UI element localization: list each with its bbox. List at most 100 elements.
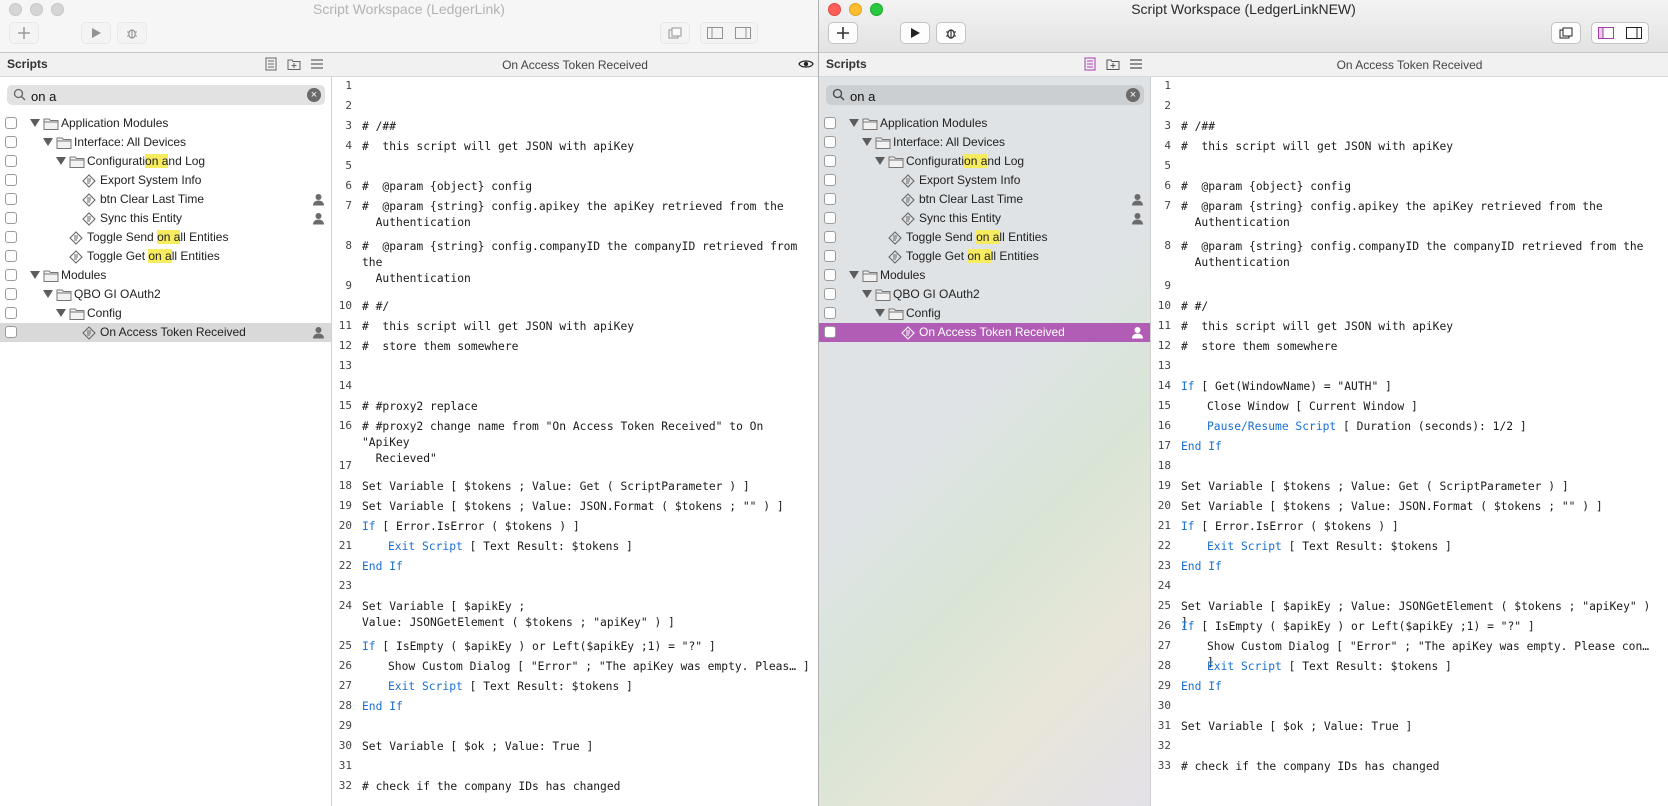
- code-line[interactable]: 3 # /##: [332, 117, 814, 137]
- code-line[interactable]: 18 Set Variable [ $tokens ; Value: Get ( …: [332, 477, 814, 497]
- code-line[interactable]: 31 Set Variable [ $ok ; Value: True ]: [1151, 717, 1664, 737]
- row-checkbox[interactable]: [5, 155, 17, 167]
- code-line[interactable]: 27 Exit Script [ Text Result: $tokens ]: [332, 677, 814, 697]
- code-line[interactable]: 23: [332, 577, 814, 597]
- search-field[interactable]: ×: [7, 85, 325, 106]
- disclosure-triangle[interactable]: [30, 119, 40, 127]
- code-line[interactable]: 22 End If: [332, 557, 814, 577]
- code-line[interactable]: 5: [1151, 157, 1664, 177]
- eye-icon[interactable]: [798, 58, 814, 70]
- tree-script-row[interactable]: btn Clear Last Time: [819, 190, 1150, 209]
- tree-folder-row[interactable]: Configuration and Log: [819, 152, 1150, 171]
- row-checkbox[interactable]: [5, 136, 17, 148]
- code-line[interactable]: 16 # #proxy2 change name from "On Access …: [332, 417, 814, 465]
- code-line[interactable]: 26 Show Custom Dialog [ "Error" ; "The ap…: [332, 657, 814, 677]
- code-line[interactable]: 11 # this script will get JSON with apiKe…: [332, 317, 814, 337]
- duplicate-window-button[interactable]: [660, 22, 690, 44]
- code-line[interactable]: 17: [332, 457, 814, 477]
- row-checkbox[interactable]: [824, 326, 836, 338]
- code-line[interactable]: 20 If [ Error.IsError ( $tokens ) ]: [332, 517, 814, 537]
- code-line[interactable]: 16 Pause/Resume Script [ Duration (second…: [1151, 417, 1664, 437]
- row-checkbox[interactable]: [824, 193, 836, 205]
- row-checkbox[interactable]: [5, 326, 17, 338]
- code-line[interactable]: 33 # check if the company IDs has changed: [1151, 757, 1664, 777]
- code-line[interactable]: 12 # store them somewhere: [332, 337, 814, 357]
- new-script-button[interactable]: [828, 22, 858, 44]
- code-line[interactable]: 14: [332, 377, 814, 397]
- duplicate-window-button[interactable]: [1551, 22, 1581, 44]
- code-line[interactable]: 28 End If: [332, 697, 814, 717]
- disclosure-triangle[interactable]: [875, 309, 885, 317]
- row-checkbox[interactable]: [824, 307, 836, 319]
- code-line[interactable]: 8 # @param {string} config.companyID the …: [332, 237, 814, 285]
- code-line[interactable]: 29 End If: [1151, 677, 1664, 697]
- disclosure-triangle[interactable]: [43, 290, 53, 298]
- row-checkbox[interactable]: [824, 117, 836, 129]
- tree-folder-row[interactable]: Interface: All Devices: [0, 133, 331, 152]
- tree-folder-row[interactable]: Configuration and Log: [0, 152, 331, 171]
- code-line[interactable]: 30 Set Variable [ $ok ; Value: True ]: [332, 737, 814, 757]
- disclosure-triangle[interactable]: [43, 138, 53, 146]
- tree-script-row[interactable]: Toggle Send on all Entities: [0, 228, 331, 247]
- code-line[interactable]: 20 Set Variable [ $tokens ; Value: JSON.F…: [1151, 497, 1664, 517]
- sidebar-right-icon[interactable]: [1626, 27, 1642, 39]
- search-field[interactable]: ×: [826, 85, 1144, 106]
- row-checkbox[interactable]: [824, 136, 836, 148]
- tree-folder-row[interactable]: Modules: [0, 266, 331, 285]
- disclosure-triangle[interactable]: [56, 309, 66, 317]
- code-line[interactable]: 21 If [ Error.IsError ( $tokens ) ]: [1151, 517, 1664, 537]
- menu-lines-icon[interactable]: [310, 57, 324, 71]
- new-folder-icon[interactable]: [287, 57, 301, 71]
- code-line[interactable]: 11 # this script will get JSON with apiKe…: [1151, 317, 1664, 337]
- script-list-icon[interactable]: [264, 57, 278, 71]
- disclosure-triangle[interactable]: [56, 157, 66, 165]
- tree-script-row[interactable]: On Access Token Received: [0, 323, 331, 342]
- code-line[interactable]: 23 End If: [1151, 557, 1664, 577]
- tree-folder-row[interactable]: Modules: [819, 266, 1150, 285]
- code-line[interactable]: 4 # this script will get JSON with apiKey: [332, 137, 814, 157]
- script-list-icon[interactable]: [1083, 57, 1097, 71]
- row-checkbox[interactable]: [824, 269, 836, 281]
- code-line[interactable]: 5: [332, 157, 814, 177]
- disclosure-triangle[interactable]: [30, 271, 40, 279]
- code-line[interactable]: 25 Set Variable [ $apikEy ; Value: JSONGe…: [1151, 597, 1664, 629]
- tree-folder-row[interactable]: Application Modules: [0, 114, 331, 133]
- code-line[interactable]: 10 # #/: [1151, 297, 1664, 317]
- script-editor[interactable]: 1 2 3 # /## 4 # this script will get JSON wit…: [1151, 77, 1668, 806]
- tree-script-row[interactable]: Export System Info: [0, 171, 331, 190]
- tree-script-row[interactable]: On Access Token Received: [819, 323, 1150, 342]
- code-line[interactable]: 10 # #/: [332, 297, 814, 317]
- code-line[interactable]: 17 End If: [1151, 437, 1664, 457]
- menu-lines-icon[interactable]: [1129, 57, 1143, 71]
- row-checkbox[interactable]: [5, 193, 17, 205]
- disclosure-triangle[interactable]: [862, 138, 872, 146]
- row-checkbox[interactable]: [5, 250, 17, 262]
- code-line[interactable]: 1: [332, 77, 814, 97]
- code-line[interactable]: 7 # @param {string} config.apikey the api…: [1151, 197, 1664, 233]
- row-checkbox[interactable]: [824, 250, 836, 262]
- run-script-button[interactable]: [900, 22, 930, 44]
- tree-script-row[interactable]: Sync this Entity: [819, 209, 1150, 228]
- tree-script-row[interactable]: Toggle Get on all Entities: [0, 247, 331, 266]
- row-checkbox[interactable]: [824, 174, 836, 186]
- new-folder-icon[interactable]: [1106, 57, 1120, 71]
- disclosure-triangle[interactable]: [875, 157, 885, 165]
- tree-script-row[interactable]: btn Clear Last Time: [0, 190, 331, 209]
- code-line[interactable]: 2: [332, 97, 814, 117]
- tree-folder-row[interactable]: QBO GI OAuth2: [0, 285, 331, 304]
- code-line[interactable]: 26 If [ IsEmpty ( $apikEy ) or Left($apik…: [1151, 617, 1664, 637]
- code-line[interactable]: 15 # #proxy2 replace: [332, 397, 814, 417]
- code-line[interactable]: 9: [332, 277, 814, 297]
- code-line[interactable]: 14 If [ Get(WindowName) = "AUTH" ]: [1151, 377, 1664, 397]
- row-checkbox[interactable]: [5, 231, 17, 243]
- sidebar-right-icon[interactable]: [735, 27, 751, 39]
- disclosure-triangle[interactable]: [862, 290, 872, 298]
- search-input[interactable]: [848, 86, 1122, 106]
- tree-script-row[interactable]: Sync this Entity: [0, 209, 331, 228]
- code-line[interactable]: 28 Exit Script [ Text Result: $tokens ]: [1151, 657, 1664, 677]
- code-line[interactable]: 22 Exit Script [ Text Result: $tokens ]: [1151, 537, 1664, 557]
- tree-script-row[interactable]: Toggle Send on all Entities: [819, 228, 1150, 247]
- code-line[interactable]: 30: [1151, 697, 1664, 717]
- code-line[interactable]: 25 If [ IsEmpty ( $apikEy ) or Left($apik…: [332, 637, 814, 657]
- tree-script-row[interactable]: Export System Info: [819, 171, 1150, 190]
